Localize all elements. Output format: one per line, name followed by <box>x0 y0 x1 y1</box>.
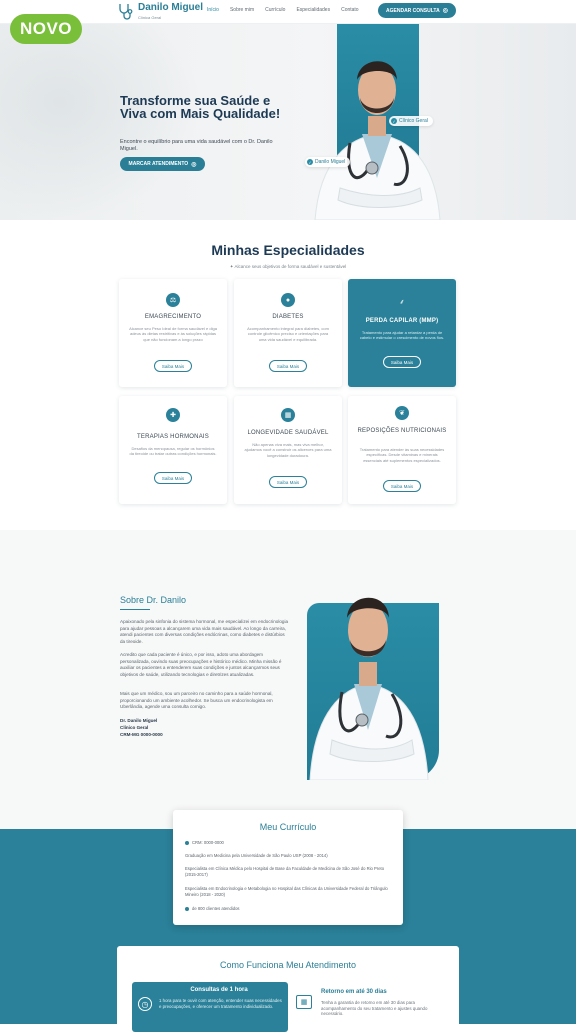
curriculum-item: Especialista em Clínica Médica pelo Hosp… <box>185 866 385 877</box>
schedule-appointment-button[interactable]: AGENDAR CONSULTA ◎ <box>378 3 456 18</box>
card-description: Tratamento para ajudar a retardar a perd… <box>359 330 445 341</box>
curriculum-crm: CRM: 0000-0000 <box>185 840 391 846</box>
how-it-works-card: Como Funciona Meu Atendimento Consultas … <box>117 946 459 1036</box>
card-description: Tratamento para atender às suas necessid… <box>359 447 445 463</box>
stethoscope-logo-icon <box>119 4 133 20</box>
check-icon: ✓ <box>391 118 397 124</box>
check-icon: ✓ <box>307 159 313 165</box>
hair-icon: ⸙ <box>399 298 405 306</box>
about-signature-name: Dr. Danilo Miguel <box>120 718 158 723</box>
curriculum-title: Meu Currículo <box>259 822 317 832</box>
about-paragraph-2: Acredito que cada paciente é único, e po… <box>120 652 282 677</box>
how-item-desc: 1 hora para te ouvir com atenção, entend… <box>159 998 282 1009</box>
card-title: LONGEVIDADE SAUDÁVEL <box>247 430 329 436</box>
specialty-card-longevidade: ▦ LONGEVIDADE SAUDÁVEL Não apenas viva m… <box>234 396 342 504</box>
card-title: PERDA CAPILAR (MMP) <box>365 318 439 324</box>
drop-icon: ● <box>281 293 295 307</box>
curriculum-patients: de 800 clientes atendidos <box>185 906 391 912</box>
doctor-photo-about <box>309 597 429 780</box>
site-header: Danilo Miguel Clínica Geral Início Sobre… <box>0 0 576 24</box>
saiba-mais-button[interactable]: Saiba Mais <box>269 360 307 372</box>
about-title: Sobre Dr. Danilo <box>120 595 187 605</box>
saiba-mais-button[interactable]: Saiba Mais <box>269 476 307 488</box>
doctor-photo <box>314 61 441 220</box>
specialty-card-diabetes: ● DIABETES Acompanhamento integral para … <box>234 279 342 387</box>
specialty-card-emagrecimento: ⚖ EMAGRECIMENTO Alcance seu Peso Ideal d… <box>119 279 227 387</box>
card-title: EMAGRECIMENTO <box>144 314 202 320</box>
card-title: TERAPIAS HORMONAIS <box>137 434 209 440</box>
main-nav: Início Sobre mim Currículo Especialidade… <box>207 7 359 13</box>
whatsapp-icon: ◎ <box>191 161 197 168</box>
scale-icon: ⚖ <box>166 293 180 307</box>
saiba-mais-button[interactable]: Saiba Mais <box>383 356 421 368</box>
card-title: REPOSIÇÕES NUTRICIONAIS <box>357 428 447 434</box>
hero-background <box>0 24 200 220</box>
card-description: Não apenas viva mais, mas viva melhor, a… <box>244 442 332 458</box>
card-title: DIABETES <box>272 314 304 320</box>
nav-inicio[interactable]: Início <box>207 7 219 13</box>
tag-specialty-label: Clínico Geral <box>399 118 428 124</box>
how-item-title: Consultas de 1 hora <box>190 987 248 993</box>
curriculum-item: Graduação em Medicina pela Universidade … <box>185 853 328 858</box>
hero-section: Transforme sua Saúde e Viva com Mais Qua… <box>0 24 576 220</box>
new-badge: NOVO <box>10 14 82 44</box>
tag-name: ✓ Danilo Miguel <box>305 157 351 167</box>
nutrition-icon: ❦ <box>395 406 409 420</box>
how-item-title: Retorno em até 30 dias <box>321 989 387 995</box>
curriculum-item: Especialista em Endocrinologia e Metabol… <box>185 886 388 897</box>
calendar-icon: ▦ <box>281 408 295 422</box>
about-signature-crm: CRM-MG 0000-0000 <box>120 732 163 737</box>
bullet-icon <box>185 840 189 845</box>
hero-title: Transforme sua Saúde e Viva com Mais Qua… <box>120 93 281 121</box>
bullet-icon <box>185 906 189 911</box>
patients-text: de 800 clientes atendidos <box>192 906 240 911</box>
saiba-mais-button[interactable]: Saiba Mais <box>154 360 192 372</box>
specialty-card-reposicoes: ❦ REPOSIÇÕES NUTRICIONAIS Tratamento par… <box>348 396 456 504</box>
card-description: Acompanhamento integral para diabetes, c… <box>247 326 329 342</box>
specialty-card-perda-capilar: ⸙ PERDA CAPILAR (MMP) Tratamento para aj… <box>348 279 456 387</box>
how-item-consultas: Consultas de 1 hora ◷ 1 hora para te ouv… <box>132 982 288 1032</box>
specialties-subtitle-text: Alcance seus objetivos de forma saudável… <box>234 264 347 269</box>
saiba-mais-button[interactable]: Saiba Mais <box>154 472 192 484</box>
about-paragraph-3: Mais que um médico, sou um parceiro no c… <box>120 691 273 709</box>
book-appointment-button[interactable]: MARCAR ATENDIMENTO ◎ <box>120 157 205 171</box>
nav-contato[interactable]: Contato <box>341 7 359 13</box>
cta-label: AGENDAR CONSULTA <box>386 7 440 14</box>
curriculum-card: Meu Currículo CRM: 0000-0000 Graduação e… <box>173 810 403 925</box>
how-title: Como Funciona Meu Atendimento <box>219 960 357 970</box>
specialties-subtitle: ✦ Alcance seus objetivos de forma saudáv… <box>0 264 576 270</box>
clock-icon: ◷ <box>138 997 152 1011</box>
nav-sobre-mim[interactable]: Sobre mim <box>230 7 254 13</box>
logo-name: Danilo Miguel <box>138 1 203 13</box>
whatsapp-icon: ◎ <box>442 8 448 14</box>
nav-curriculo[interactable]: Currículo <box>265 7 285 13</box>
hero-subtitle: Encontre o equilíbrio para uma vida saud… <box>120 139 273 152</box>
about-section <box>0 530 576 830</box>
tag-name-label: Danilo Miguel <box>315 159 346 165</box>
specialties-title: Minhas Especialidades <box>211 242 365 258</box>
how-item-desc: Tenha a garantia de retorno em até 30 di… <box>321 1000 428 1017</box>
nav-especialidades[interactable]: Especialidades <box>296 7 330 13</box>
hero-button-label: MARCAR ATENDIMENTO <box>128 161 189 167</box>
specialty-card-terapias: ✚ TERAPIAS HORMONAIS Desafios da menopau… <box>119 396 227 504</box>
calendar-icon: ▦ <box>296 995 312 1009</box>
saiba-mais-button[interactable]: Saiba Mais <box>383 480 421 492</box>
logo-subtitle: Clínica Geral <box>138 14 162 20</box>
logo[interactable]: Danilo Miguel Clínica Geral <box>116 2 203 20</box>
hormone-icon: ✚ <box>166 408 180 422</box>
how-item-retorno: Retorno em até 30 dias ▦ Tenha a garanti… <box>294 982 450 1032</box>
tag-specialty: ✓ Clínico Geral <box>389 116 433 126</box>
card-description: Alcance seu Peso Ideal de forma saudável… <box>129 326 217 342</box>
card-description: Desafios da menopausa, regular os hormôn… <box>129 446 217 457</box>
about-signature-role: Clínico Geral <box>120 725 149 730</box>
crm-text: CRM: 0000-0000 <box>192 840 224 845</box>
about-title-underline <box>120 609 150 610</box>
about-paragraph-1: Apaixonado pela sinfonia do sistema horm… <box>120 619 289 644</box>
